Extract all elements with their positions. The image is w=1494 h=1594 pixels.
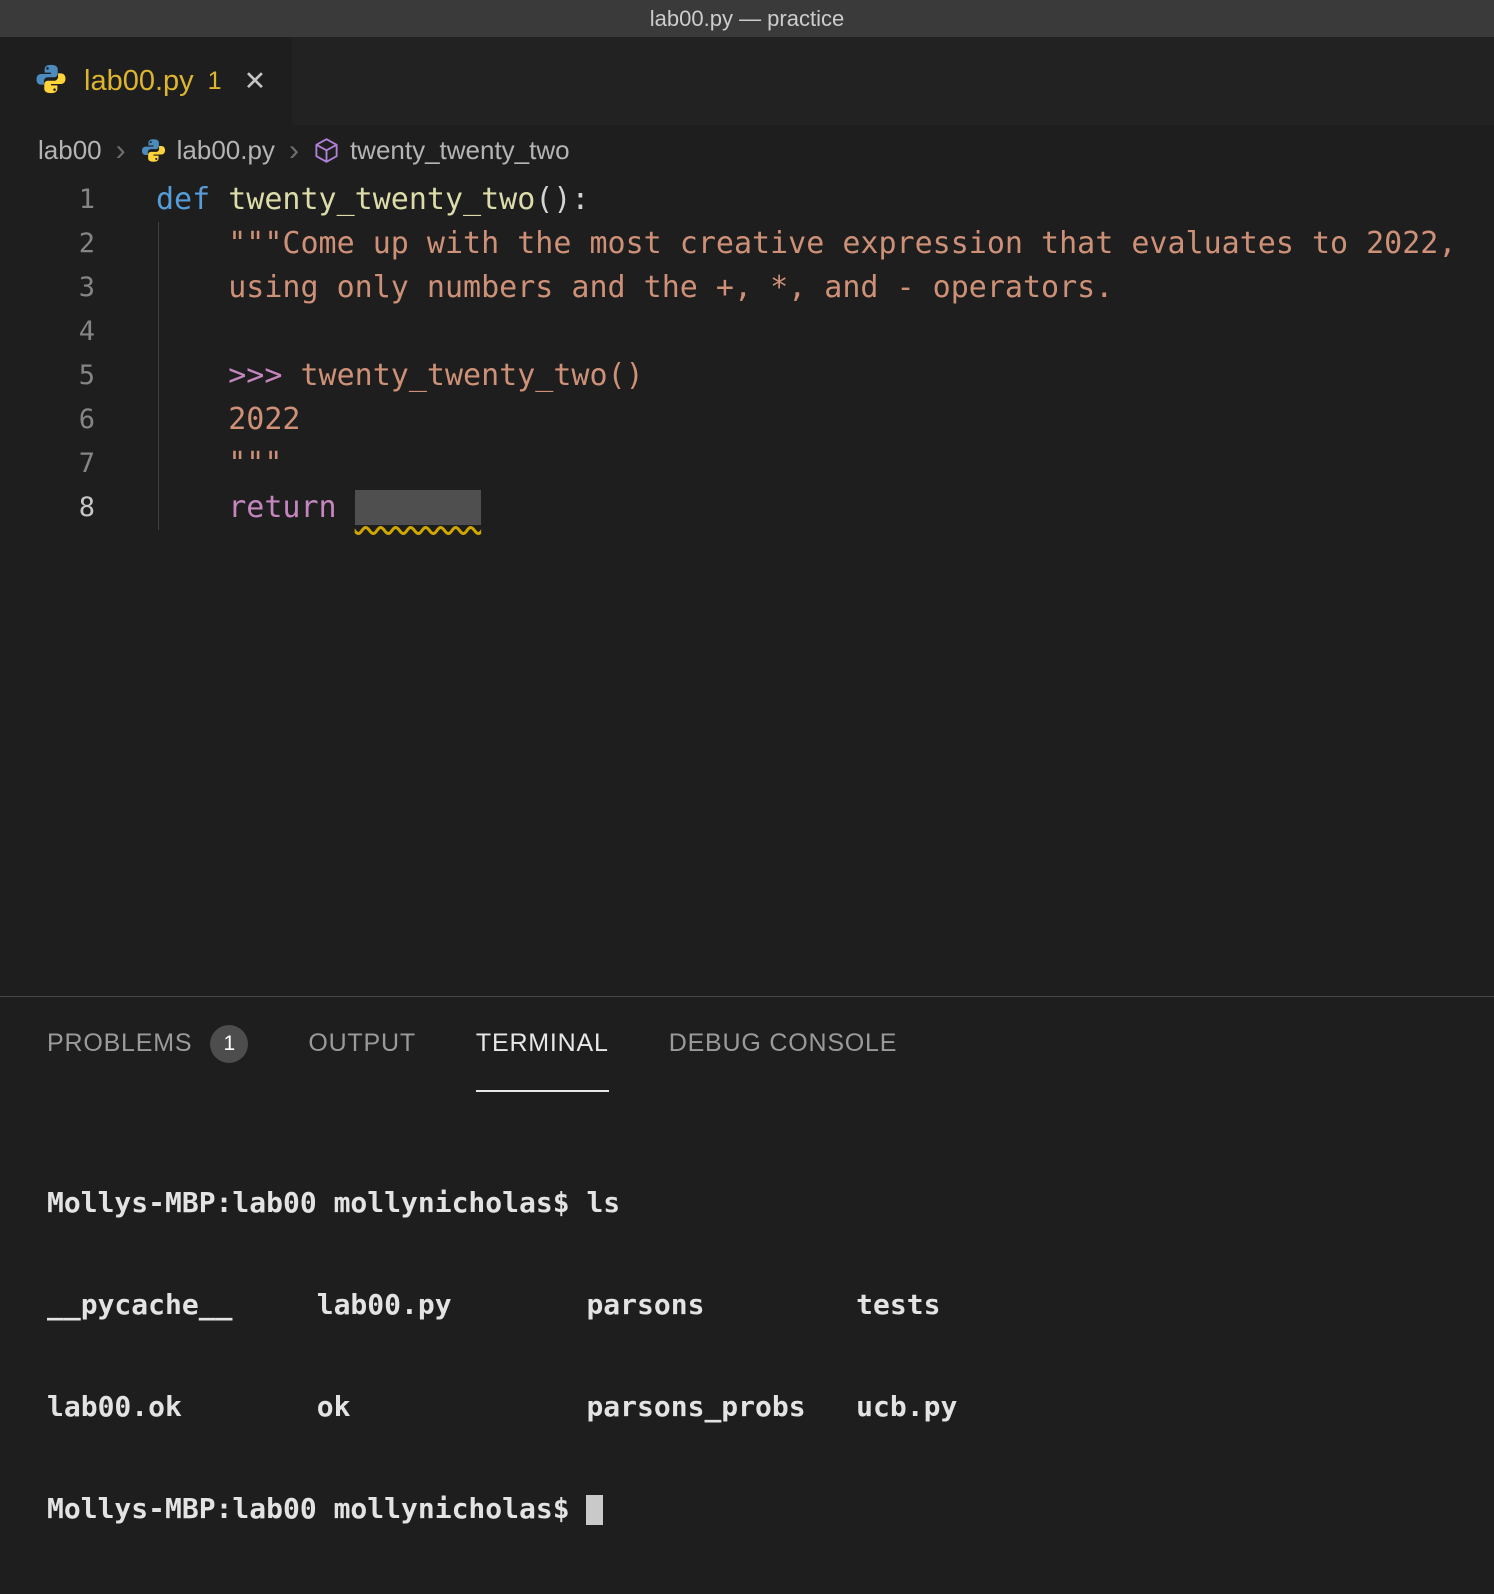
window-title-bar: lab00.py — practice xyxy=(0,0,1494,37)
code-line-6: 6 2022 xyxy=(0,398,1494,442)
editor-tab-bar: lab00.py 1 ✕ xyxy=(0,37,1494,125)
python-icon xyxy=(34,62,68,101)
tab-lab00-py[interactable]: lab00.py 1 ✕ xyxy=(0,37,292,125)
line-number: 8 xyxy=(0,486,95,530)
code-text: using only numbers and the +, *, and - o… xyxy=(156,266,1113,310)
chevron-separator-icon: › xyxy=(289,136,299,166)
breadcrumb: lab00 › lab00.py › twenty_twenty_two xyxy=(0,125,1494,176)
code-line-4: 4 xyxy=(0,310,1494,354)
line-number: 7 xyxy=(0,442,95,486)
line-number: 6 xyxy=(0,398,95,442)
terminal-cursor xyxy=(586,1495,603,1525)
tab-label: lab00.py xyxy=(84,65,194,98)
code-text: >>> twenty_twenty_two() xyxy=(156,354,644,398)
breadcrumb-item-symbol[interactable]: twenty_twenty_two xyxy=(350,135,570,166)
code-text: """Come up with the most creative expres… xyxy=(156,222,1456,266)
line-number: 2 xyxy=(0,222,95,266)
code-text: return xyxy=(156,486,481,530)
tab-output[interactable]: OUTPUT xyxy=(308,997,416,1092)
python-icon xyxy=(140,137,167,164)
code-text: """ xyxy=(156,442,282,486)
code-text: 2022 xyxy=(156,398,301,442)
code-text: def twenty_twenty_two(): xyxy=(156,178,589,222)
terminal[interactable]: Mollys-MBP:lab00 mollynicholas$ ls __pyc… xyxy=(0,1092,1494,1594)
code-line-3: 3 using only numbers and the +, *, and -… xyxy=(0,266,1494,310)
line-number: 5 xyxy=(0,354,95,398)
line-number: 3 xyxy=(0,266,95,310)
chevron-separator-icon: › xyxy=(116,136,126,166)
code-line-7: 7 """ xyxy=(0,442,1494,486)
close-tab-icon[interactable]: ✕ xyxy=(244,66,267,97)
tab-debug-console-label: DEBUG CONSOLE xyxy=(669,1029,898,1058)
tab-terminal[interactable]: TERMINAL xyxy=(476,997,609,1092)
tab-problem-count: 1 xyxy=(208,67,222,96)
tab-problems[interactable]: PROBLEMS 1 xyxy=(47,997,248,1092)
tab-debug-console[interactable]: DEBUG CONSOLE xyxy=(669,997,898,1092)
code-line-2: 2 """Come up with the most creative expr… xyxy=(0,222,1494,266)
terminal-line: __pycache__ lab00.py parsons tests xyxy=(47,1288,1494,1322)
breadcrumb-item-lab00[interactable]: lab00 xyxy=(38,135,102,166)
code-line-5: 5 >>> twenty_twenty_two() xyxy=(0,354,1494,398)
code-line-8: 8 return xyxy=(0,486,1494,530)
bottom-panel: PROBLEMS1 OUTPUT TERMINAL DEBUG CONSOLE … xyxy=(0,996,1494,1354)
terminal-line: lab00.ok ok parsons_probs ucb.py xyxy=(47,1390,1494,1424)
tab-output-label: OUTPUT xyxy=(308,1029,416,1058)
code-line-1: 1 def twenty_twenty_two(): xyxy=(0,178,1494,222)
panel-tab-bar: PROBLEMS 1 OUTPUT TERMINAL DEBUG CONSOLE xyxy=(0,997,1494,1092)
tab-problems-label: PROBLEMS xyxy=(47,1029,192,1058)
terminal-prompt: Mollys-MBP:lab00 mollynicholas$ xyxy=(47,1492,586,1525)
terminal-prompt-line: Mollys-MBP:lab00 mollynicholas$ xyxy=(47,1492,1494,1526)
tab-terminal-label: TERMINAL xyxy=(476,1029,609,1058)
code-editor[interactable]: 1 def twenty_twenty_two(): 2 """Come up w… xyxy=(0,176,1494,996)
return-blank-placeholder[interactable] xyxy=(355,490,481,525)
breadcrumb-item-lab00-py[interactable]: lab00.py xyxy=(177,135,275,166)
line-number: 4 xyxy=(0,310,95,354)
terminal-line: Mollys-MBP:lab00 mollynicholas$ ls xyxy=(47,1186,1494,1220)
line-number: 1 xyxy=(0,178,95,222)
indent-guide xyxy=(158,222,159,530)
symbol-cube-icon xyxy=(313,137,340,164)
window-title: lab00.py — practice xyxy=(650,6,844,32)
problems-count-badge: 1 xyxy=(210,1025,248,1063)
